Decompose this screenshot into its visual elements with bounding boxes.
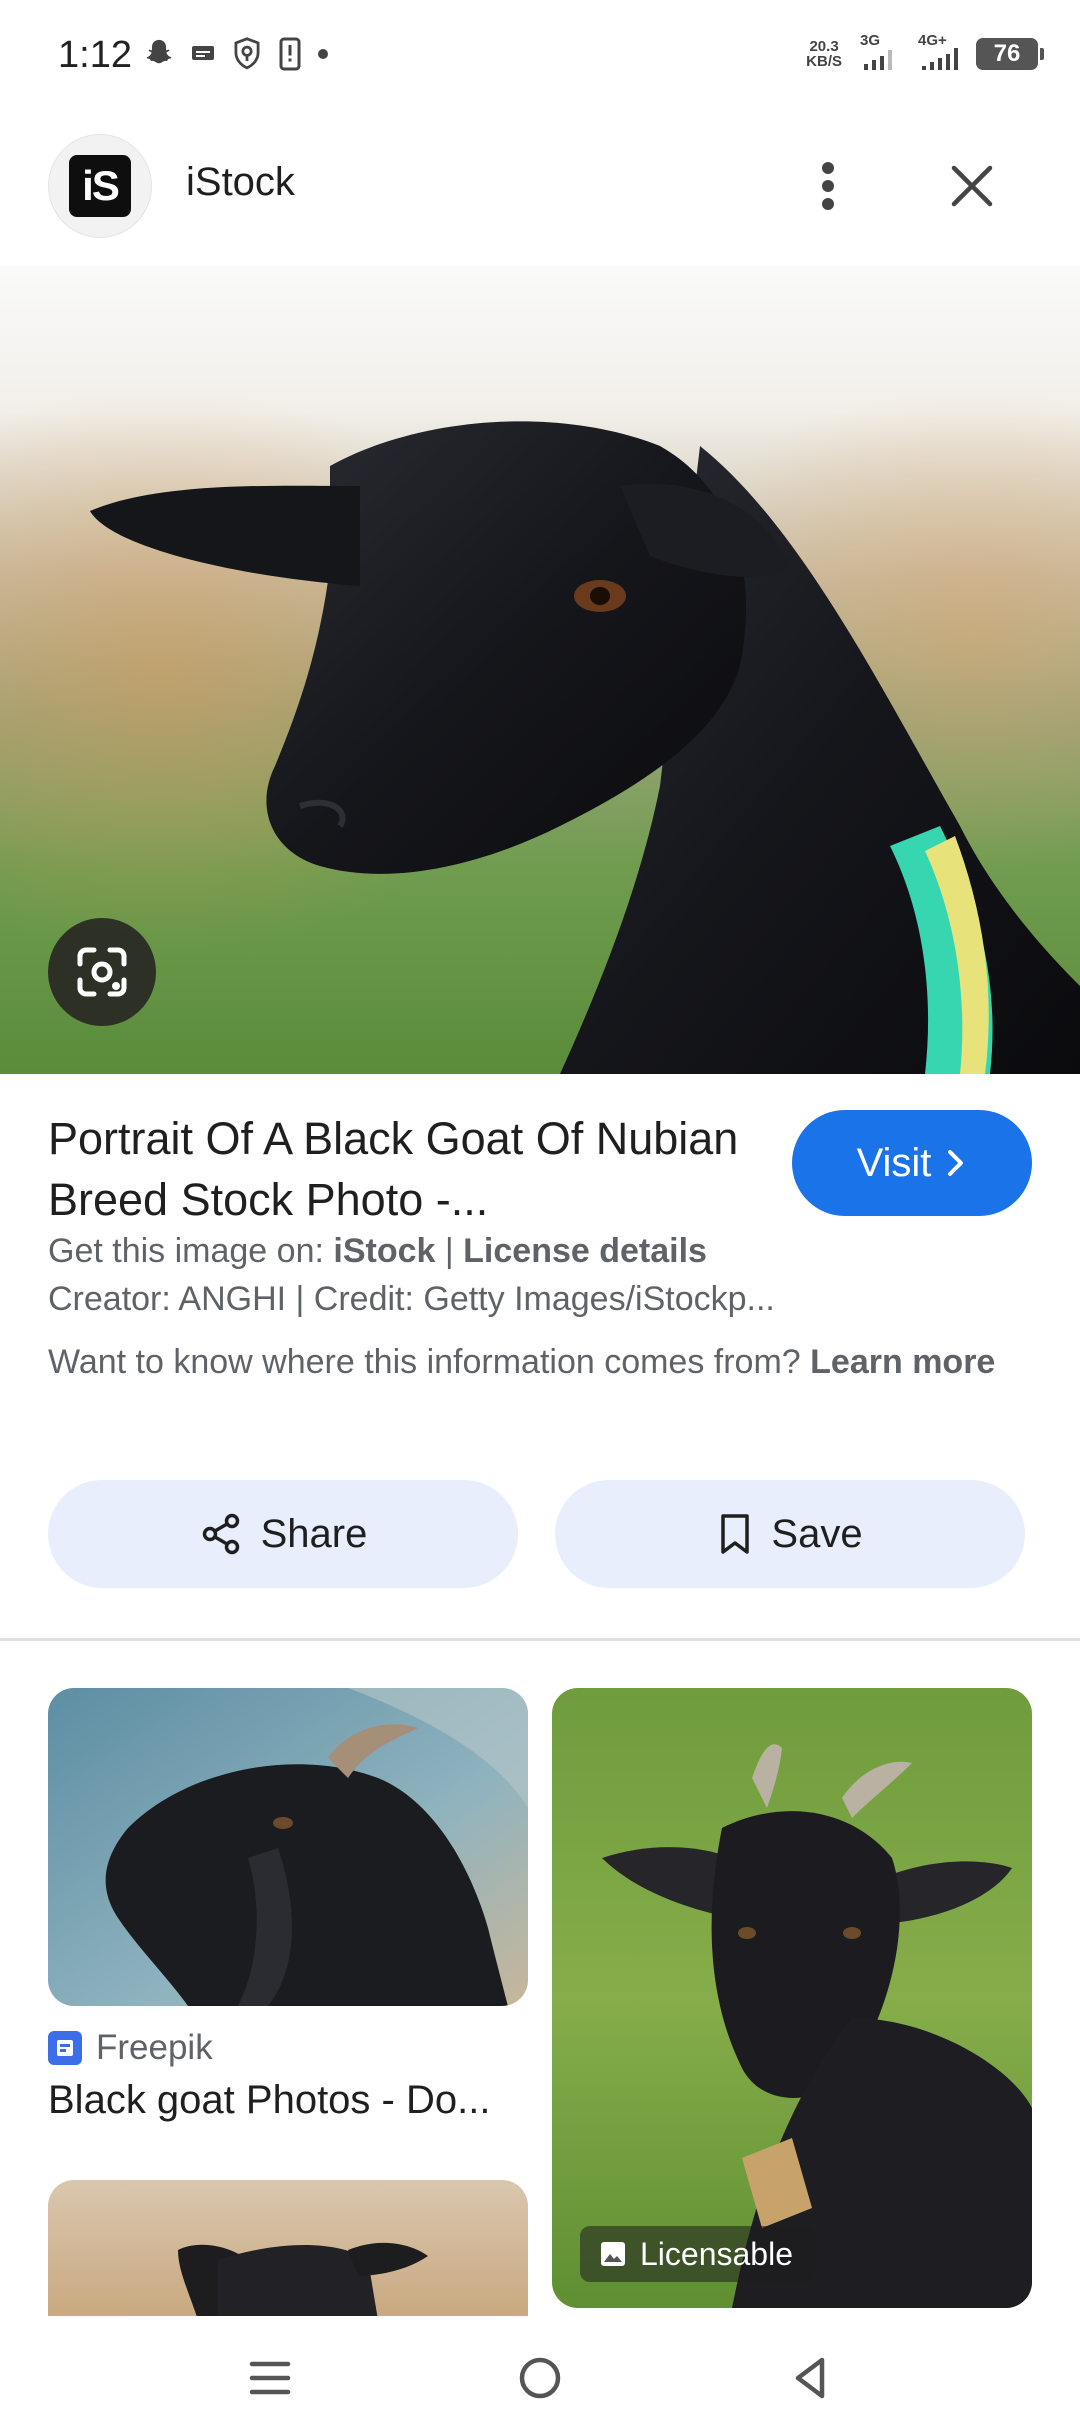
license-details-link[interactable]: License details <box>463 1232 707 1270</box>
image-icon <box>601 2242 625 2266</box>
credit-line: Creator: ANGHI | Credit: Getty Images/iS… <box>48 1280 775 1318</box>
info-source-line: Want to know where this information come… <box>48 1338 1008 1386</box>
recents-icon <box>249 2361 291 2395</box>
source-link[interactable]: iStock <box>333 1232 435 1270</box>
more-options-button[interactable] <box>800 150 856 222</box>
signal-4g-label: 4G+ <box>918 32 947 49</box>
save-label: Save <box>771 1511 863 1556</box>
freepik-favicon-icon <box>48 2031 82 2065</box>
related-source-name: Freepik <box>96 2028 213 2067</box>
status-bar: 1:12 20.3 KB/S 3G 4G+ 76 <box>0 0 1080 120</box>
lens-result-header: iS iStock <box>0 130 1080 242</box>
recents-button[interactable] <box>230 2346 310 2410</box>
goat-thumbnail <box>48 2180 528 2320</box>
shield-icon <box>230 36 264 72</box>
share-button[interactable]: Share <box>48 1480 518 1588</box>
system-icons: 20.3 KB/S 3G 4G+ 76 <box>806 32 1044 72</box>
bookmark-icon <box>721 1514 750 1554</box>
licensable-label: Licensable <box>640 2235 793 2272</box>
share-icon <box>202 1513 239 1555</box>
licensable-badge[interactable]: Licensable <box>580 2226 815 2282</box>
system-navigation-bar <box>0 2316 1080 2436</box>
istock-logo: iS <box>69 155 131 217</box>
learn-more-link[interactable]: Learn more <box>810 1343 995 1381</box>
network-speed: 20.3 KB/S <box>806 39 842 69</box>
close-button[interactable] <box>940 154 1004 218</box>
related-image-1[interactable] <box>48 1688 528 2006</box>
signal-3g-label: 3G <box>860 32 881 49</box>
goat-thumbnail <box>48 1688 528 2006</box>
info-question: Want to know where this information come… <box>48 1343 811 1381</box>
signal-4g: 4G+ <box>918 32 958 72</box>
visit-label: Visit <box>856 1140 932 1185</box>
related-source[interactable]: Freepik <box>48 2028 213 2068</box>
goat-photo <box>0 266 1080 1074</box>
close-icon <box>951 165 993 207</box>
chevron-right-icon <box>948 1150 964 1176</box>
status-time: 1:12 <box>58 34 132 76</box>
visit-button[interactable]: Visit <box>792 1110 1032 1216</box>
network-speed-unit: KB/S <box>806 53 842 70</box>
share-label: Share <box>260 1511 368 1556</box>
home-icon <box>519 2357 561 2399</box>
battery-indicator: 76 <box>976 38 1044 70</box>
dot-icon <box>316 47 330 61</box>
site-name: iStock <box>186 160 295 204</box>
source-line: Get this image on: iStock | License deta… <box>48 1232 707 1271</box>
related-image-3[interactable] <box>48 2180 528 2320</box>
google-lens-button[interactable] <box>48 918 156 1026</box>
snapchat-icon <box>142 37 176 71</box>
main-image[interactable] <box>0 266 1080 1074</box>
message-icon <box>190 42 216 66</box>
related-title[interactable]: Black goat Photos - Do... <box>48 2078 528 2123</box>
notification-icons <box>142 36 330 72</box>
google-lens-icon <box>77 947 127 997</box>
network-speed-value: 20.3 <box>809 38 839 55</box>
section-divider <box>0 1638 1080 1641</box>
site-logo[interactable]: iS <box>48 134 152 238</box>
back-button[interactable] <box>770 2346 850 2410</box>
separator: | <box>435 1232 464 1270</box>
goat-thumbnail <box>552 1688 1032 2308</box>
phone-alert-icon <box>278 36 302 72</box>
home-button[interactable] <box>500 2346 580 2410</box>
back-icon <box>795 2357 825 2399</box>
more-vert-icon <box>822 162 834 210</box>
signal-3g: 3G <box>860 32 900 72</box>
result-title[interactable]: Portrait Of A Black Goat Of Nubian Breed… <box>48 1108 748 1230</box>
related-image-2[interactable] <box>552 1688 1032 2308</box>
save-button[interactable]: Save <box>555 1480 1025 1588</box>
source-prefix: Get this image on: <box>48 1232 334 1270</box>
